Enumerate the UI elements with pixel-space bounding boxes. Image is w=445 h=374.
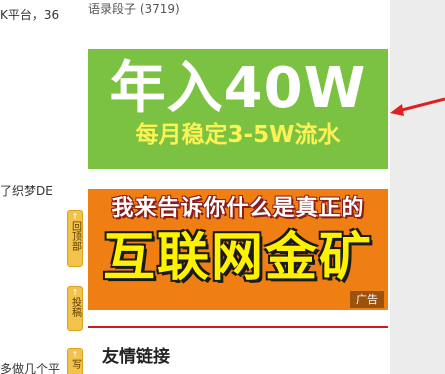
right-gray-pane (390, 0, 445, 374)
category-link[interactable]: 语录段子 (3719) (88, 0, 180, 17)
ad-banner-gold-mine-line1: 我来告诉你什么是真正的 (111, 196, 365, 221)
ad-banner-gold-mine-headline: 互联网金矿 (102, 228, 373, 288)
article-snippet-1[interactable]: K平台，36 (0, 6, 59, 23)
ad-banner-income-subline: 每月稳定3-5W流水 (135, 122, 341, 148)
arrow-up-icon: ↑ (71, 350, 79, 359)
arrow-up-icon: ↑ (71, 212, 79, 221)
write-button[interactable]: ↑ 写 (67, 348, 83, 374)
write-label: 写 (69, 359, 81, 369)
ad-label-badge: 广告 (350, 291, 384, 308)
back-to-top-button[interactable]: ↑ 回顶部 (67, 210, 83, 267)
submit-article-label: 投稿 (69, 297, 81, 317)
left-article-column: K平台，36 了织梦DE 多做几个平 (0, 0, 66, 374)
friend-links-section: 友情链接 (88, 326, 388, 374)
red-arrow-icon (390, 97, 445, 116)
ad-banner-income[interactable]: 年入40W 每月稳定3-5W流水 (88, 49, 388, 169)
ad-banner-gold-mine[interactable]: 我来告诉你什么是真正的 互联网金矿 广告 (88, 189, 388, 310)
submit-article-button[interactable]: ↑ 投稿 (67, 286, 83, 331)
sidebar-column: 语录段子 (3719) 年入40W 每月稳定3-5W流水 我来告诉你什么是真正的… (88, 0, 390, 374)
ad-banner-income-headline: 年入40W (109, 56, 367, 121)
arrow-up-icon: ↑ (71, 288, 79, 297)
article-snippet-2[interactable]: 了织梦DE (0, 182, 53, 199)
friend-links-title: 友情链接 (102, 347, 170, 367)
back-to-top-label: 回顶部 (69, 221, 81, 251)
article-snippet-3[interactable]: 多做几个平 (0, 360, 60, 374)
